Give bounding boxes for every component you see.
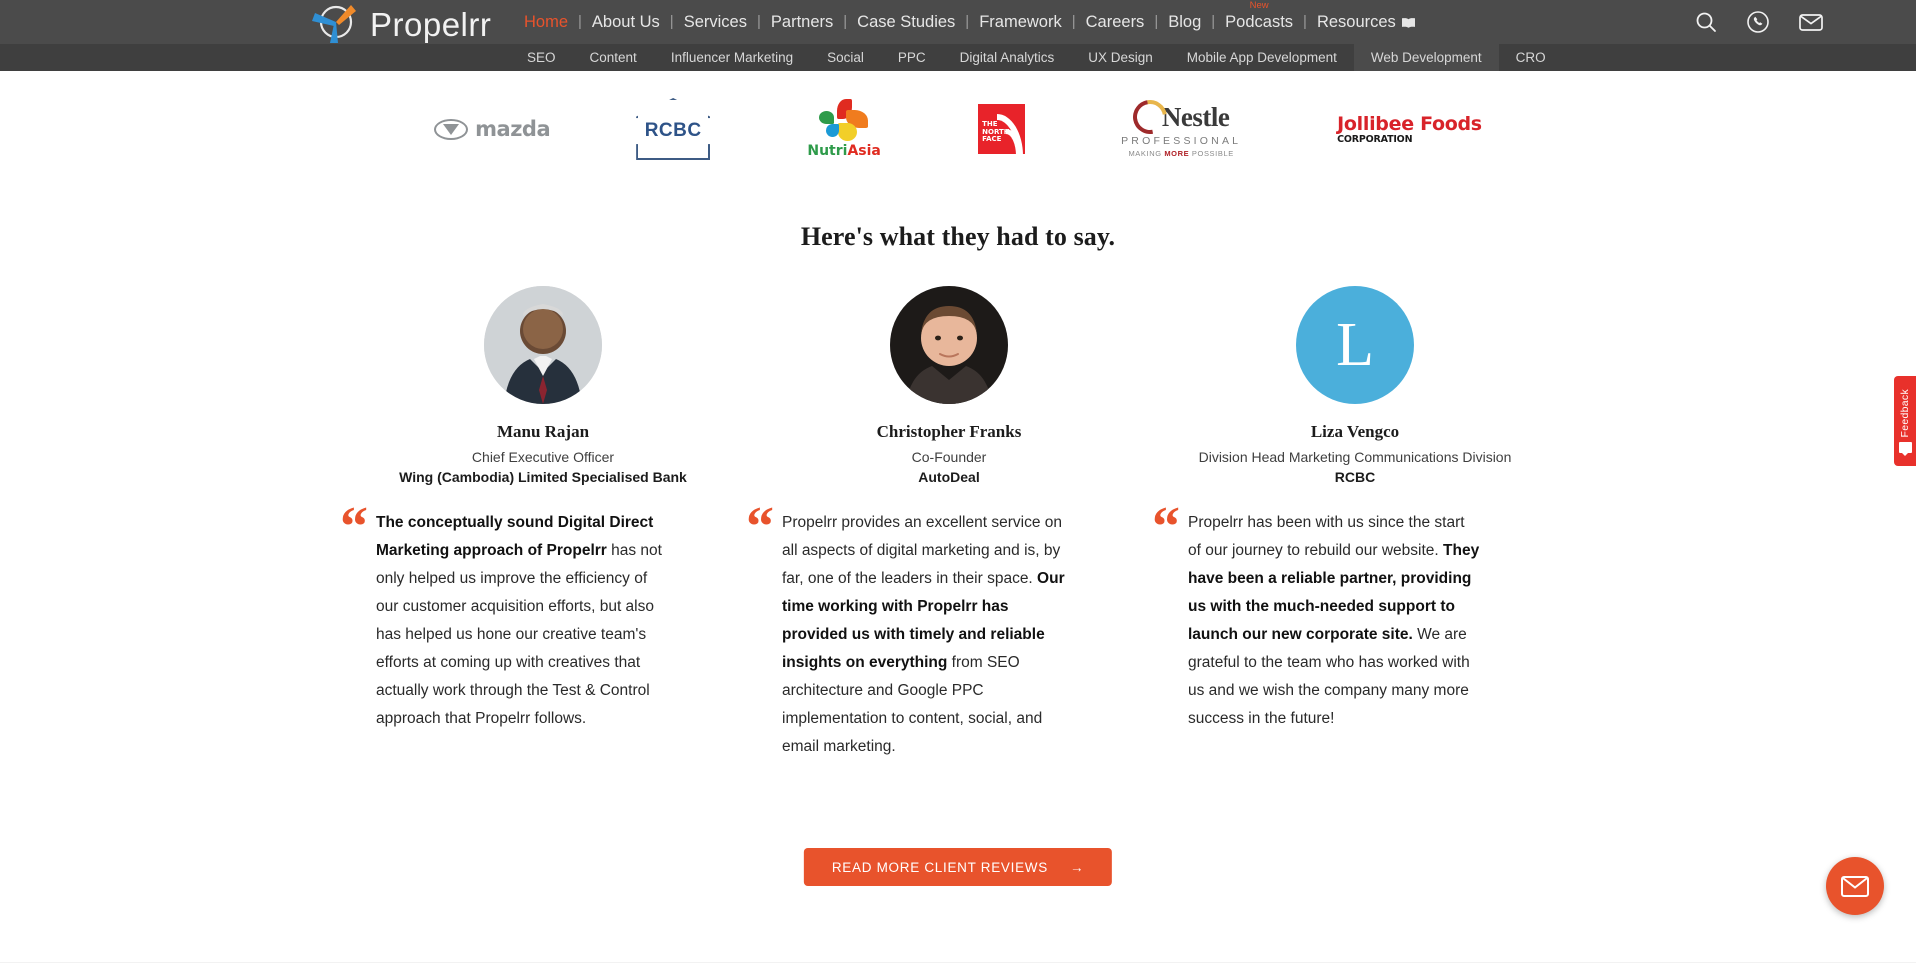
subnav-item-web-development[interactable]: Web Development [1353,44,1499,71]
nav-item-about-us[interactable]: About Us [582,0,670,44]
logo[interactable]: Propelrr [306,2,491,46]
feedback-tab[interactable]: Feedback [1894,376,1916,466]
subnav-item-content[interactable]: Content [573,44,654,71]
jollibee-foods-logo: Jollibee Foods CORPORATION [1337,94,1482,164]
mazda-logo-label: mazda [475,117,551,141]
nav-item-resources[interactable]: Resources [1307,0,1426,44]
testimonial-company: AutoDeal [918,469,980,485]
cta-label: READ MORE CLIENT REVIEWS [831,859,1048,875]
testimonial-quote: The conceptually sound Digital Direct Ma… [376,509,666,733]
nestle-professional-label: PROFESSIONAL [1121,135,1242,147]
testimonial-quote: Propelrr provides an excellent service o… [782,509,1072,761]
contact-chat-bubble-button[interactable] [1826,857,1884,915]
testimonial-card: L Liza Vengco Division Head Marketing Co… [1152,286,1558,761]
header-tools [1694,0,1824,44]
nav-item-framework[interactable]: Framework [969,0,1072,44]
jollibee-corporation-label: CORPORATION [1337,134,1413,145]
testimonial-card: Christopher Franks Co-Founder AutoDeal “… [746,286,1152,761]
nav-item-podcasts-label: Podcasts [1225,13,1294,31]
nav-item-partners[interactable]: Partners [761,0,843,44]
feedback-tab-label: Feedback [1899,389,1911,438]
testimonial-role: Co-Founder [911,449,987,465]
rcbc-logo: RCBC [636,94,711,164]
nestle-swoosh-icon [1126,93,1174,141]
quote-rest: has not only helped us improve the effic… [376,542,662,727]
testimonial-card: Manu Rajan Chief Executive Officer Wing … [340,286,746,761]
testimonial-company: Wing (Cambodia) Limited Specialised Bank [399,469,687,485]
quote-lead: Propelrr provides an excellent service o… [782,514,1062,587]
phone-icon[interactable] [1746,10,1770,34]
subnav-item-social[interactable]: Social [810,44,881,71]
search-icon[interactable] [1694,10,1718,34]
the-north-face-logo: THE NORTH FACE [978,94,1026,164]
avatar-manu-rajan [484,286,602,404]
subnav-item-ppc[interactable]: PPC [881,44,943,71]
quote-lead: Propelrr has been with us since the star… [1188,514,1465,559]
avatar-letter: L [1336,311,1374,379]
subnav-item-cro[interactable]: CRO [1499,44,1563,71]
subnav-item-ux-design[interactable]: UX Design [1071,44,1170,71]
testimonial-role: Chief Executive Officer [471,449,615,465]
north-face-logo-label: THE NORTH FACE [982,120,1010,143]
section-heading: Here's what they had to say. [800,222,1116,251]
quote-mark-icon: “ [340,496,368,558]
nav-item-services[interactable]: Services [674,0,757,44]
rcbc-logo-label: RCBC [636,118,711,145]
avatar-christopher-franks [890,286,1008,404]
main-navigation: Home | About Us | Services | Partners | … [514,0,1426,44]
testimonial-role: Division Head Marketing Communications D… [1198,449,1512,465]
site-header: Propelrr Home | About Us | Services | Pa… [0,0,1916,44]
quote-mark-icon: “ [1152,496,1180,558]
propelrr-pinwheel-logo-icon [312,5,356,43]
nav-item-podcasts[interactable]: New Podcasts [1215,0,1303,44]
quote-mark-icon: “ [746,496,774,558]
arrow-right-icon: → [1069,859,1085,875]
subnav-item-seo[interactable]: SEO [510,44,573,71]
nutriasia-logo: NutriAsia [796,94,892,164]
nav-item-blog[interactable]: Blog [1158,0,1211,44]
testimonial-name: Liza Vengco [1310,422,1400,441]
nav-item-resources-label: Resources [1316,13,1396,31]
book-icon [1401,18,1415,28]
nestle-professional-logo: Nestle PROFESSIONAL MAKING MORE POSSIBLE [1111,93,1251,164]
subnav-item-influencer-marketing[interactable]: Influencer Marketing [654,44,810,71]
mail-icon[interactable] [1798,10,1824,34]
nav-item-case-studies[interactable]: Case Studies [847,0,965,44]
logo-text: Propelrr [370,5,492,43]
testimonial-company: RCBC [1334,469,1376,485]
feedback-chat-icon [1898,441,1912,456]
sub-navigation: SEO Content Influencer Marketing Social … [0,44,1916,71]
subnav-item-mobile-app-development[interactable]: Mobile App Development [1170,44,1354,71]
subnav-item-digital-analytics[interactable]: Digital Analytics [943,44,1072,71]
envelope-icon [1841,875,1869,897]
read-more-client-reviews-button[interactable]: READ MORE CLIENT REVIEWS → [803,848,1113,886]
testimonials-row: Manu Rajan Chief Executive Officer Wing … [340,286,1580,761]
mazda-logo: mazda [434,94,551,164]
nutriasia-logo-label: NutriAsia [807,143,881,159]
testimonial-name: Manu Rajan [496,422,590,441]
new-badge: New [1249,0,1269,11]
nutriasia-flower-icon [813,99,875,141]
jollibee-logo-label: Jollibee Foods [1337,113,1482,135]
nestle-logo-label: Nestle [1161,101,1230,132]
client-logo-strip: mazda RCBC NutriAsia THE NORTH FACE Nest… [0,90,1916,168]
testimonial-name: Christopher Franks [876,422,1022,441]
avatar-liza-vengco: L [1296,286,1414,404]
mazda-mark-icon [434,118,469,140]
testimonial-quote: Propelrr has been with us since the star… [1188,509,1480,733]
nestle-tagline: MAKING MORE POSSIBLE [1128,149,1234,158]
nav-item-home[interactable]: Home [514,0,578,44]
nav-item-careers[interactable]: Careers [1076,0,1155,44]
